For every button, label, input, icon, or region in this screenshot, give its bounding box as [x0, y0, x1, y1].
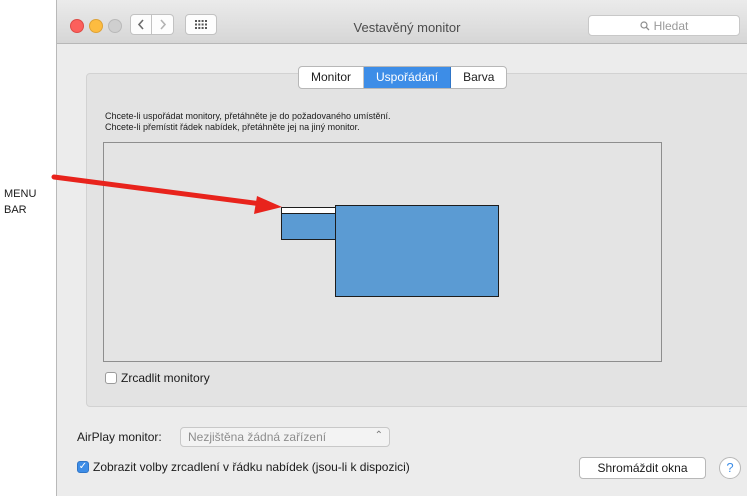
red-arrow-annotation: [51, 174, 282, 214]
